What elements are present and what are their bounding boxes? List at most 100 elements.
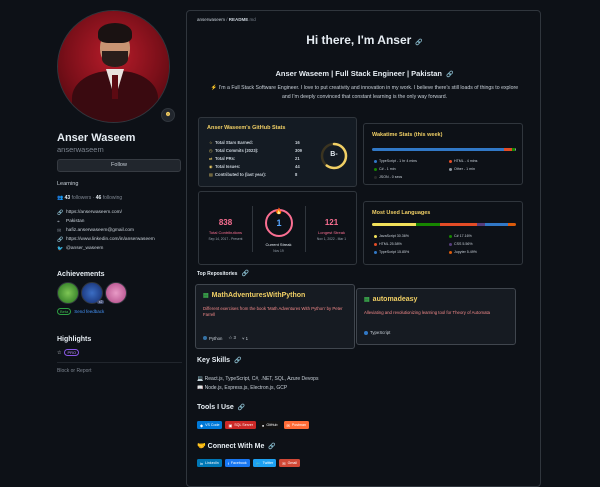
- tool-badge-sqlserver[interactable]: ▣ SQL Server: [225, 421, 256, 429]
- anchor-link-icon[interactable]: 🔗: [415, 40, 422, 46]
- wakatime-bar: [372, 148, 516, 151]
- readme-intro: ⚡ I'm a Full Stack Software Engineer. I …: [210, 85, 519, 100]
- repo-meta: TypeScript: [364, 330, 390, 335]
- repo-card[interactable]: ▤ MathAdventuresWithPython Different exer…: [195, 284, 355, 349]
- detail-linkedin[interactable]: 🔗 https://www.linkedin.com/in/anserwaseem: [57, 235, 182, 244]
- profile-name: Anser Waseem: [57, 132, 136, 144]
- repo-card[interactable]: ▤ automadeasy Alleviating and revolutioni…: [356, 288, 516, 345]
- tool-badge-github[interactable]: ● GitHub: [258, 421, 281, 429]
- linkedin-icon: in: [200, 460, 204, 466]
- achievement-badge-icon[interactable]: [105, 282, 127, 304]
- fork-icon: ⑂: [241, 335, 245, 341]
- laptop-icon: 💻: [197, 376, 204, 382]
- language-legend-item: TypeScript 15.85%: [374, 250, 409, 254]
- language-legend-item: CSS 5.56%: [449, 242, 473, 246]
- github-stats-title: Anser Waseem's GitHub Stats: [207, 125, 286, 131]
- star-icon: ☆: [228, 335, 233, 340]
- repo-icon: ▤: [203, 293, 209, 299]
- location-icon: ⌖: [57, 218, 60, 225]
- linkedin-icon: 🔗: [57, 236, 64, 243]
- detail-email[interactable]: ✉ hafiz.anserwaseem@gmail.com: [57, 226, 182, 235]
- send-feedback-link[interactable]: Send feedback: [74, 309, 104, 314]
- language-bar-segment: [485, 223, 509, 226]
- total-contributions: 838 Total Contributions Sep 14, 2017 - P…: [208, 218, 243, 241]
- link-icon: 🔗: [57, 209, 64, 216]
- anchor-link-icon[interactable]: 🔗: [238, 405, 245, 411]
- anchor-link-icon[interactable]: 🔗: [241, 271, 248, 277]
- anchor-link-icon[interactable]: 🔗: [446, 72, 453, 78]
- social-badge-gmail[interactable]: ✉ Gmail: [279, 459, 300, 467]
- beta-badge: Beta: [57, 308, 72, 315]
- language-bar-segment: [508, 223, 516, 226]
- github-stats-card[interactable]: Anser Waseem's GitHub Stats ☆ Total Stars…: [198, 117, 357, 187]
- streak-ring: 🔥 1: [264, 207, 293, 237]
- achievement-multiplier: x2: [97, 300, 104, 304]
- detail-twitter[interactable]: 🐦 @anser_waseem: [57, 244, 182, 253]
- pro-badge: PRO: [64, 349, 80, 356]
- mail-icon: ✉: [57, 227, 62, 234]
- wakatime-legend-item: Other - 1 min: [449, 167, 475, 171]
- readme-panel: anserwaseem / README.md Hi there, I'm An…: [186, 10, 541, 487]
- language-legend-item: JavaScript 30.36%: [374, 234, 409, 238]
- stat-row: ⇄ Total PRs: 21: [209, 156, 300, 161]
- readme-path-user[interactable]: anserwaseem: [197, 17, 225, 22]
- follow-button[interactable]: Follow: [57, 159, 181, 172]
- twitter-icon: 🐦: [255, 460, 261, 466]
- readme-path: anserwaseem / README.md: [197, 17, 256, 22]
- profile-username: anserwaseem: [57, 145, 104, 154]
- anchor-link-icon[interactable]: 🔗: [234, 358, 241, 364]
- wakatime-legend-item: HTML - 4 mins: [449, 159, 477, 163]
- tool-badge-vscode[interactable]: ◆ VS Code: [197, 421, 223, 429]
- following-link[interactable]: 46 following: [96, 195, 122, 201]
- wakatime-legend-item: C# - 1 min: [374, 167, 396, 171]
- achievement-badge-icon[interactable]: [57, 282, 79, 304]
- facebook-icon: f: [227, 460, 229, 466]
- achievement-badge-icon[interactable]: x2: [81, 282, 104, 304]
- wakatime-title: Wakatime Stats (this week): [372, 132, 443, 138]
- skills-list: 💻 React.js, TypeScript, C#, .NET, SQL, A…: [197, 375, 318, 392]
- followers-row: 👥 43 followers · 46 following: [57, 195, 123, 201]
- repo-name[interactable]: automadeasy: [373, 296, 418, 303]
- block-report-link[interactable]: Block or Report: [57, 368, 182, 374]
- twitter-icon: 🐦: [57, 245, 64, 252]
- handshake-icon: 🤝: [197, 443, 206, 450]
- current-streak-value: 1: [276, 218, 281, 228]
- social-badge-linkedin[interactable]: in LinkedIn: [197, 459, 222, 467]
- language-bar-segment: [415, 223, 441, 226]
- repo-name[interactable]: MathAdventuresWithPython: [212, 292, 306, 299]
- wakatime-card[interactable]: Wakatime Stats (this week) TypeScript - …: [363, 123, 523, 185]
- skill-line: 📖 Node.js, Express.js, Electron.js, GCP: [197, 384, 288, 391]
- repo-description: Different exercises from the book 'Math …: [203, 306, 343, 317]
- social-badge-facebook[interactable]: f Facebook: [224, 459, 250, 467]
- detail-location: ⌖ Pakistan: [57, 218, 85, 225]
- tool-badge-postman[interactable]: ✉ Postman: [283, 421, 310, 429]
- book-icon: 📖: [197, 384, 204, 391]
- divider: [57, 362, 182, 363]
- anchor-link-icon[interactable]: 🔗: [268, 444, 275, 450]
- highlight-pro: ☆ PRO: [57, 349, 182, 356]
- social-badge-twitter[interactable]: 🐦 Twitter: [252, 459, 277, 467]
- followers-link[interactable]: 43 followers: [65, 195, 92, 201]
- detail-website[interactable]: 🔗 https://anserwaseem.com/: [57, 208, 182, 217]
- readme-heading: Hi there, I'm Anser 🔗: [306, 33, 423, 47]
- languages-card[interactable]: Most Used Languages JavaScript 30.36% C#…: [363, 201, 523, 265]
- repo-description: Alleviating and revolutionizing learning…: [364, 310, 491, 315]
- language-dot: [364, 330, 368, 335]
- language-legend-item: C# 17.16%: [449, 234, 472, 238]
- language-bar-segment: [372, 223, 416, 226]
- achievement-badges: x2: [57, 282, 182, 304]
- profile-bio: Learning: [57, 181, 79, 187]
- stat-row: ◉ Total Issues: 44: [209, 164, 300, 169]
- repo-meta: Python ☆ 3 ⑂ 1: [203, 335, 248, 341]
- language-legend-item: Jupyter 5.49%: [449, 250, 477, 254]
- avatar[interactable]: [57, 10, 170, 123]
- stat-row: ◷ Total Commits (2023): 309: [209, 148, 302, 153]
- achievements-heading: Achievements: [57, 271, 105, 278]
- star-icon: ☆: [57, 349, 62, 356]
- streak-stats-card[interactable]: 838 Total Contributions Sep 14, 2017 - P…: [198, 191, 357, 265]
- gmail-icon: ✉: [282, 460, 286, 466]
- postman-icon: ✉: [286, 422, 290, 428]
- stat-row: ▤ Contributed to (last year): 8: [209, 172, 298, 177]
- profile-details: 🔗 https://anserwaseem.com/ ⌖ Pakistan ✉ haf…: [57, 208, 182, 253]
- status-emoji-icon[interactable]: ☻: [161, 108, 175, 122]
